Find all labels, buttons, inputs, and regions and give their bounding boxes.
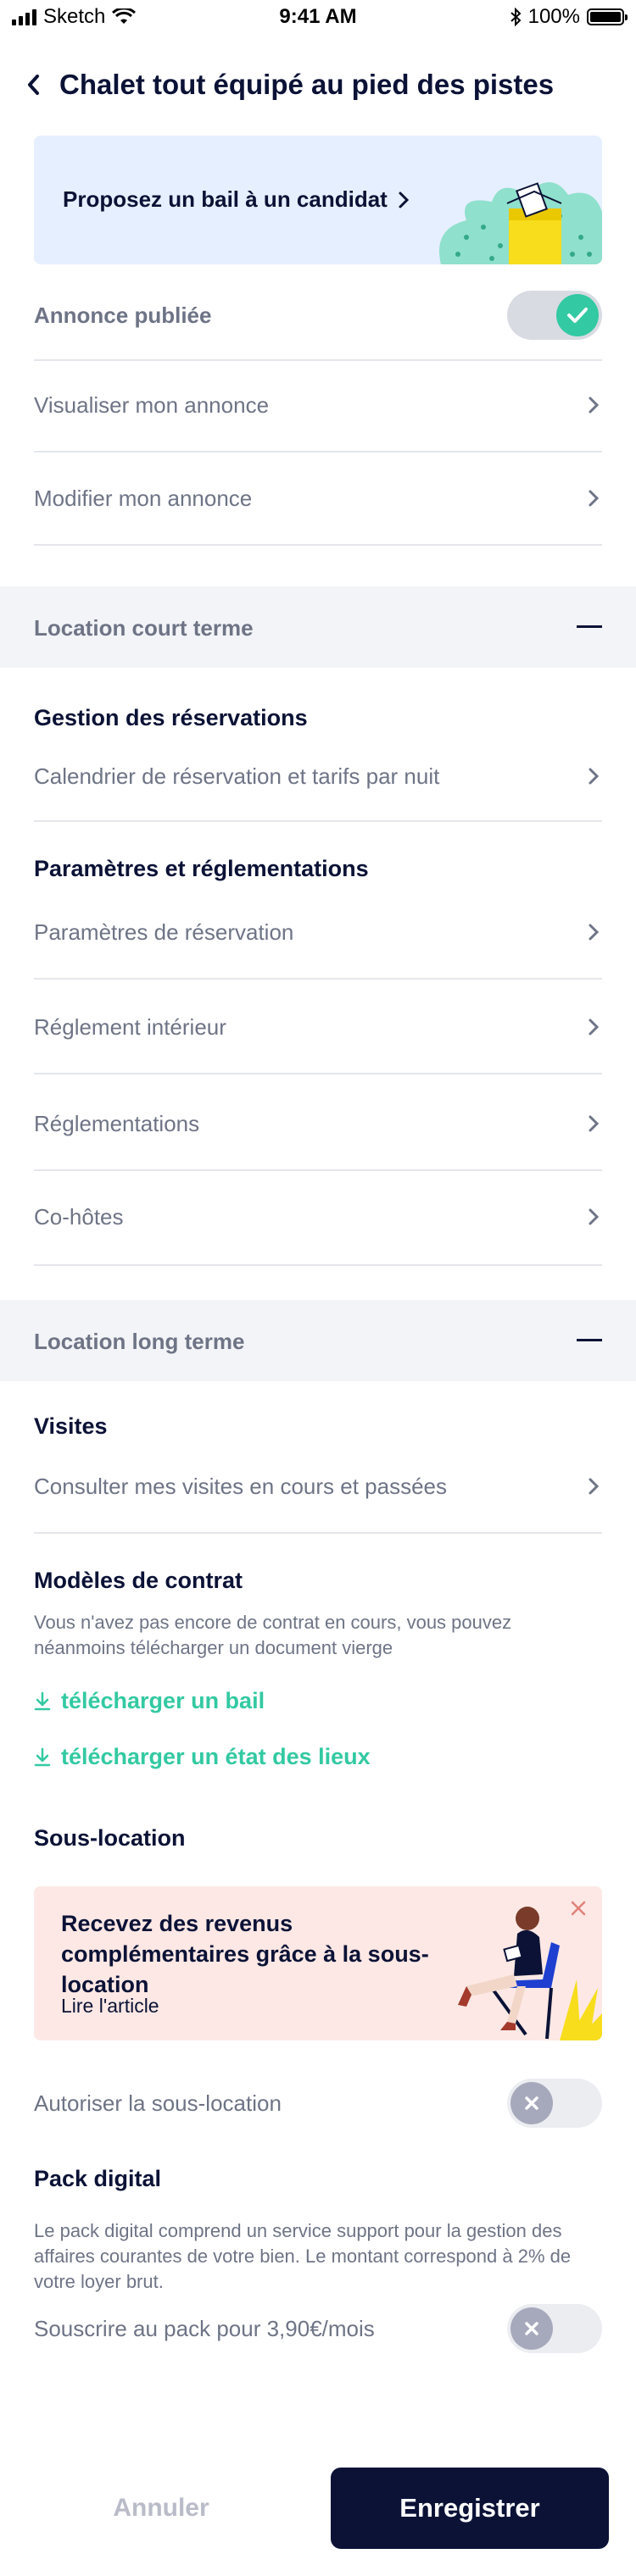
divider <box>34 1073 602 1074</box>
short-term-title: Location court terme <box>34 615 254 641</box>
divider <box>34 359 602 361</box>
view-listing-label: Visualiser mon annonce <box>34 391 270 418</box>
co-hosts-row[interactable]: Co-hôtes <box>34 1193 602 1241</box>
published-row: Annonce publiée <box>34 290 602 341</box>
download-lease-link[interactable]: télécharger un bail <box>34 1688 265 1714</box>
visits-label: Consulter mes visites en cours et passée… <box>34 1473 447 1499</box>
page-header: Chalet tout équipé au pied des pistes <box>25 61 611 108</box>
chevron-right-icon <box>589 490 600 507</box>
regulations-row[interactable]: Réglementations <box>34 1100 602 1147</box>
divider <box>34 978 602 980</box>
sublet-card-title: Recevez des revenus complémentaires grâc… <box>61 1911 429 1997</box>
pack-toggle-row: Souscrire au pack pour 3,90€/mois <box>34 2303 602 2354</box>
status-bar: Sketch 9:41 AM 100% <box>0 0 636 34</box>
house-rules-label: Réglement intérieur <box>34 1013 226 1040</box>
house-rules-row[interactable]: Réglement intérieur <box>34 1003 602 1051</box>
cancel-button[interactable]: Annuler <box>34 2468 288 2549</box>
save-button[interactable]: Enregistrer <box>331 2468 609 2549</box>
download-lease-label: télécharger un bail <box>61 1688 265 1713</box>
edit-listing-label: Modifier mon annonce <box>34 485 253 511</box>
sublet-heading: Sous-location <box>34 1825 186 1851</box>
booking-settings-label: Paramètres de réservation <box>34 919 294 945</box>
collapse-icon[interactable] <box>577 1339 602 1341</box>
battery-percent: 100% <box>527 5 580 28</box>
sublet-toggle-row: Autoriser la sous-location <box>34 2078 602 2129</box>
pack-toggle[interactable] <box>507 2304 602 2353</box>
divider <box>34 1264 602 1266</box>
person-reading-illustration <box>458 1907 602 2040</box>
pack-heading: Pack digital <box>34 2166 162 2191</box>
chevron-right-icon <box>589 924 600 941</box>
sublet-toggle[interactable] <box>507 2079 602 2128</box>
divider <box>34 820 602 822</box>
regulations-label: Réglementations <box>34 1110 200 1136</box>
download-icon <box>34 1747 51 1766</box>
co-hosts-label: Co-hôtes <box>34 1203 124 1230</box>
pack-description: Le pack digital comprend un service supp… <box>34 2220 572 2292</box>
chevron-right-icon <box>399 192 409 208</box>
chevron-right-icon <box>589 397 600 414</box>
visits-row[interactable]: Consulter mes visites en cours et passée… <box>34 1463 602 1510</box>
rules-heading: Paramètres et réglementations <box>34 856 369 881</box>
page-title: Chalet tout équipé au pied des pistes <box>59 69 555 100</box>
battery-icon <box>587 8 628 25</box>
booking-settings-row[interactable]: Paramètres de réservation <box>34 908 602 956</box>
pack-toggle-label: Souscrire au pack pour 3,90€/mois <box>34 2315 375 2341</box>
x-icon <box>510 2307 553 2350</box>
sublet-article-card[interactable]: Recevez des revenus complémentaires grâc… <box>34 1886 602 2040</box>
mailbox-illustration <box>439 182 602 264</box>
download-inventory-link[interactable]: télécharger un état des lieux <box>34 1744 371 1770</box>
contracts-heading: Modèles de contrat <box>34 1568 243 1593</box>
propose-lease-card[interactable]: Proposez un bail à un candidat <box>34 136 602 264</box>
download-inventory-label: télécharger un état des lieux <box>61 1744 371 1769</box>
visits-heading: Visites <box>34 1413 108 1439</box>
divider <box>34 451 602 452</box>
read-article-link[interactable]: Lire l'article <box>61 1995 159 2018</box>
divider <box>34 1532 602 1534</box>
calendar-row[interactable]: Calendrier de réservation et tarifs par … <box>34 752 602 800</box>
long-term-section-header[interactable]: Location long terme <box>0 1300 636 1381</box>
chevron-right-icon <box>589 1019 600 1035</box>
edit-listing-row[interactable]: Modifier mon annonce <box>34 475 602 522</box>
check-icon <box>556 294 599 336</box>
calendar-label: Calendrier de réservation et tarifs par … <box>34 763 440 789</box>
back-icon[interactable] <box>25 68 54 102</box>
download-icon <box>34 1691 51 1710</box>
published-label: Annonce publiée <box>34 302 212 328</box>
published-toggle[interactable] <box>507 291 602 340</box>
x-icon <box>510 2082 553 2124</box>
propose-lease-label: Proposez un bail à un candidat <box>63 186 388 212</box>
chevron-right-icon <box>589 1478 600 1495</box>
sublet-toggle-label: Autoriser la sous-location <box>34 2090 282 2116</box>
long-term-title: Location long terme <box>34 1329 245 1354</box>
collapse-icon[interactable] <box>577 625 602 628</box>
bookings-heading: Gestion des réservations <box>34 705 308 730</box>
chevron-right-icon <box>589 768 600 785</box>
chevron-right-icon <box>589 1115 600 1132</box>
status-right: 100% <box>510 5 628 29</box>
bluetooth-icon <box>510 8 522 26</box>
divider <box>34 1169 602 1171</box>
view-listing-row[interactable]: Visualiser mon annonce <box>34 381 602 429</box>
chevron-right-icon <box>589 1208 600 1225</box>
short-term-section-header[interactable]: Location court terme <box>0 586 636 668</box>
contracts-description: Vous n'avez pas encore de contrat en cou… <box>34 1612 512 1658</box>
divider <box>34 544 602 546</box>
propose-lease-link[interactable]: Proposez un bail à un candidat <box>63 186 410 213</box>
